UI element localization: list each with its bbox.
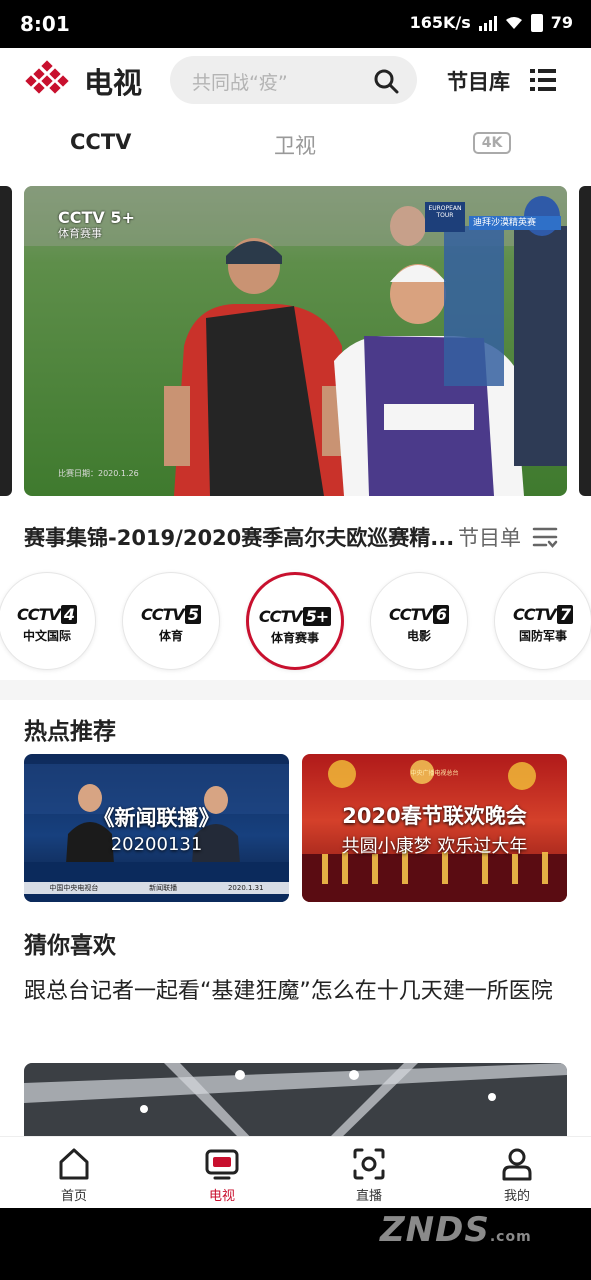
watermark-suffix: .com [489, 1229, 532, 1245]
status-bar: 8:01 165K/s 79 [0, 0, 591, 48]
channel-name: 电影 [406, 629, 431, 643]
channel-cctv4[interactable]: CCTV 4 中文国际 [0, 572, 96, 670]
channel-name: 体育 [158, 629, 183, 643]
nav-profile-label: 我的 [503, 1189, 530, 1204]
channel-cctv7[interactable]: CCTV 7 国防军事 [494, 572, 591, 670]
page-title: 电视 [84, 66, 143, 100]
nav-tv[interactable]: 电视 [172, 1143, 272, 1207]
tab-4k[interactable]: 4K [473, 132, 511, 154]
next-card-edge[interactable] [579, 186, 591, 496]
hot-card-news[interactable]: 《新闻联播》 20200131 中国中央电视台 新闻联播 2020.1.31 [24, 754, 289, 902]
news-card-title: 《新闻联播》 [93, 806, 220, 830]
news-card-date: 20200131 [110, 834, 203, 855]
search-bar[interactable]: 共同战“疫” [170, 56, 417, 104]
channel-logo: CCTV 4 [7, 605, 87, 625]
channel-name: 中文国际 [22, 629, 71, 643]
channel-carousel: CCTV 4 中文国际 CCTV 5 体育 CCTV 5+ 体育赛事 CCTV 6 电影… [0, 566, 591, 700]
nav-home-label: 首页 [60, 1189, 87, 1204]
profile-icon [502, 1148, 532, 1181]
nav-profile[interactable]: 我的 [467, 1143, 567, 1207]
hot-card-gala[interactable]: 中央广播电视总台 2020春节联欢晚会 共圆小康梦 欢乐过大年 [302, 754, 567, 902]
hero-logo-text: CCTV 5+ [58, 208, 135, 227]
status-time: 8:01 [20, 12, 70, 36]
channel-logo: CCTV 6 [379, 605, 459, 625]
gala-card-subtitle: 共圆小康梦 欢乐过大年 [341, 836, 528, 857]
wifi-icon [505, 16, 522, 29]
battery-icon [530, 13, 543, 32]
app-screen: 8:01 165K/s 79 电视 共同战“疫” 节目库 CCTV 卫视 4K … [0, 0, 591, 1208]
program-list-button[interactable]: 节目单 [458, 522, 521, 552]
hero-tournament-badge: EUROPEAN TOUR 迪拜沙漠精英赛 [425, 202, 561, 232]
now-playing-title[interactable]: 赛事集锦-2019/2020赛季高尔夫欧巡赛精... [24, 522, 454, 552]
nav-live-label: 直播 [355, 1189, 382, 1204]
channel-logo: CCTV 5+ [257, 607, 333, 627]
battery-level: 79 [550, 13, 573, 32]
nav-home[interactable]: 首页 [24, 1143, 124, 1207]
signal-icon [478, 15, 497, 31]
recommended-item-thumbnail[interactable] [24, 1063, 567, 1143]
video-player[interactable]: CCTV 5+ 体育赛事 比赛日期：2020.1.26 EUROPEAN TOU… [24, 186, 567, 496]
app-header: 电视 共同战“疫” 节目库 [0, 48, 591, 114]
nav-live[interactable]: 直播 [319, 1143, 419, 1207]
channel-logo: CCTV 7 [503, 605, 583, 625]
channel-name: 体育赛事 [270, 631, 319, 645]
program-list-icon[interactable] [532, 524, 558, 550]
guess-section-title: 猜你喜欢 [24, 933, 116, 959]
channel-logo: CCTV 5 [131, 605, 211, 625]
channel-name: 国防军事 [518, 629, 567, 643]
construction-site-image [24, 1063, 567, 1143]
list-menu-icon[interactable] [530, 68, 556, 92]
nav-tv-label: 电视 [208, 1189, 235, 1204]
program-library-button[interactable]: 节目库 [447, 66, 510, 96]
home-icon [59, 1148, 89, 1180]
live-icon [353, 1148, 385, 1180]
hot-section-title: 热点推荐 [24, 719, 116, 745]
search-icon[interactable] [373, 68, 399, 94]
gala-card-title: 2020春节联欢晚会 [342, 804, 527, 828]
status-right: 165K/s 79 [410, 13, 573, 32]
recommended-item-title[interactable]: 跟总台记者一起看“基建狂魔”怎么在十几天建一所医院 [24, 970, 569, 1014]
bottom-navigation: 首页 电视 直播 我的 [0, 1136, 591, 1208]
channel-cctv5plus[interactable]: CCTV 5+ 体育赛事 [246, 572, 344, 670]
hero-date: 比赛日期：2020.1.26 [58, 469, 139, 478]
tab-cctv[interactable]: CCTV [70, 130, 131, 154]
net-speed: 165K/s [409, 13, 471, 32]
gala-card-caption: 中央广播电视总台 [410, 770, 459, 777]
search-placeholder: 共同战“疫” [192, 72, 288, 94]
watermark-text: ZNDS [380, 1210, 490, 1250]
tv-icon [205, 1149, 239, 1180]
channel-tabs: CCTV 卫视 4K [0, 122, 591, 166]
news-card-ticker: 中国中央电视台 新闻联播 2020.1.31 [49, 884, 264, 892]
hero-logo-sub: 体育赛事 [58, 227, 102, 240]
tour-badge-label: EUROPEAN TOUR [425, 202, 465, 232]
tab-satellite[interactable]: 卫视 [274, 130, 316, 160]
channel-cctv5[interactable]: CCTV 5 体育 [122, 572, 220, 670]
znds-watermark: ZNDS.com [380, 1210, 580, 1254]
hero-channel-logo: CCTV 5+ 体育赛事 [58, 210, 135, 242]
tournament-name: 迪拜沙漠精英赛 [469, 216, 561, 230]
prev-card-edge[interactable] [0, 186, 12, 496]
channel-cctv6[interactable]: CCTV 6 电影 [370, 572, 468, 670]
cctv-logo-icon [25, 60, 69, 94]
